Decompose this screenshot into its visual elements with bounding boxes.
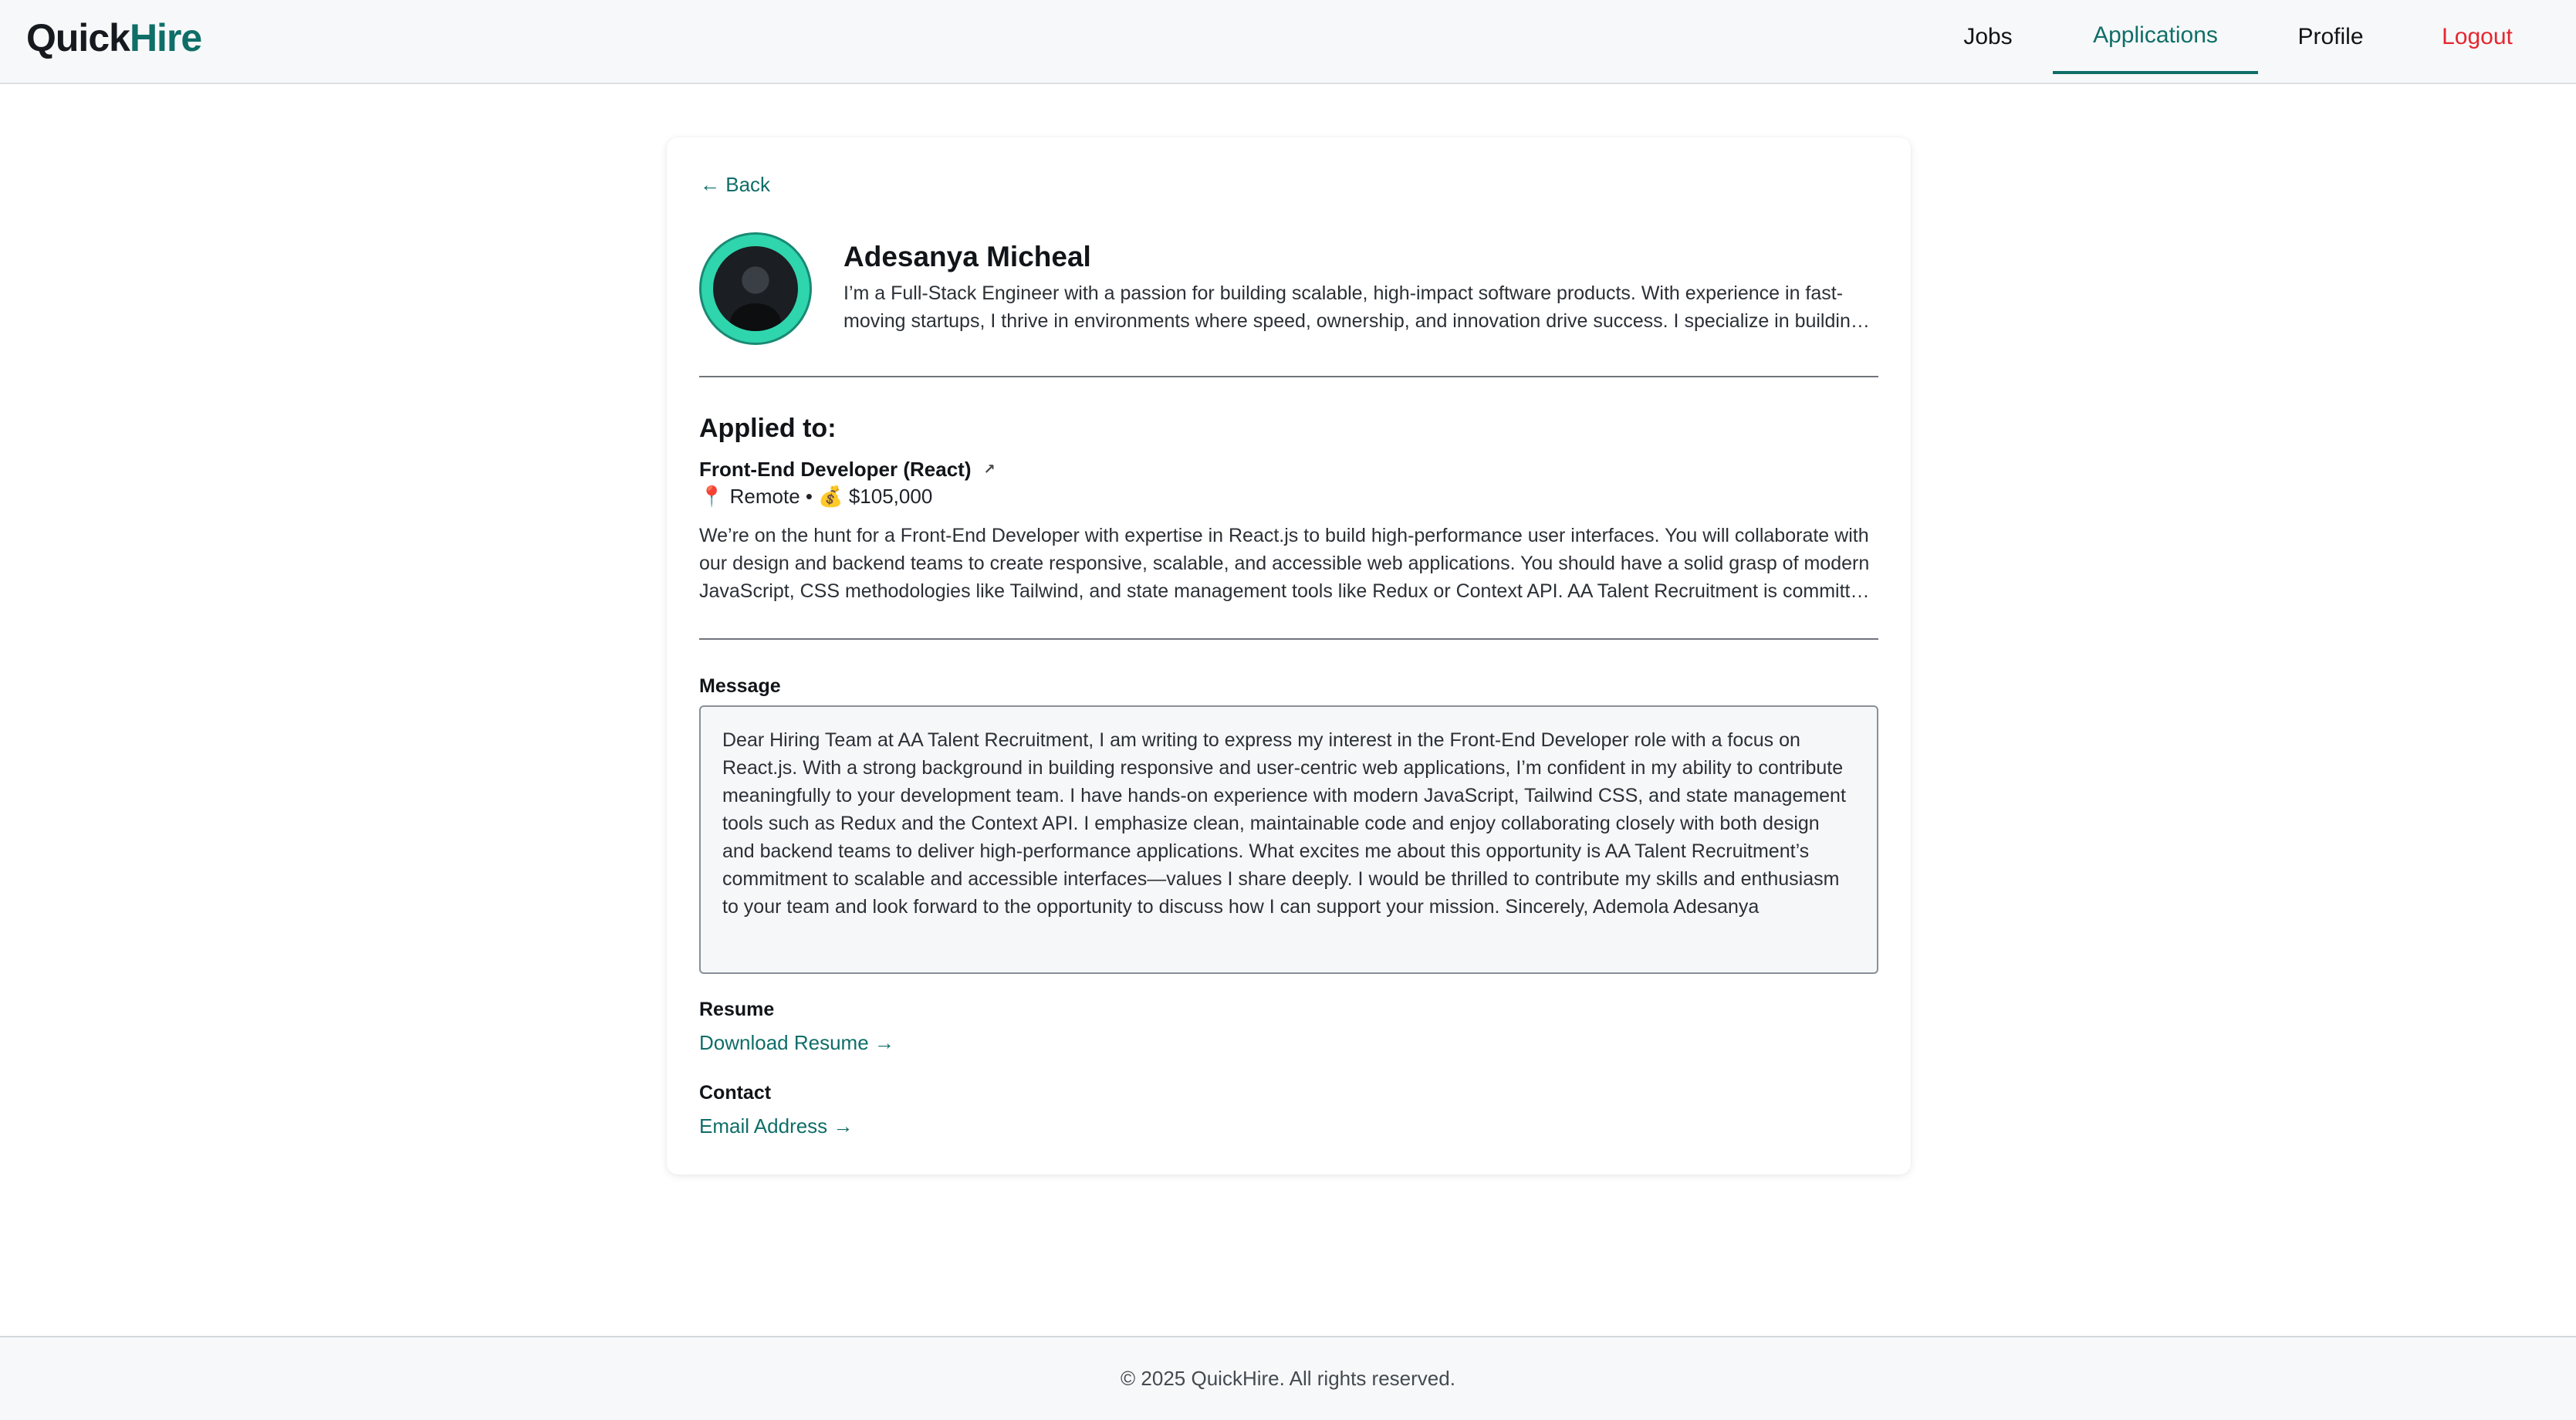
nav-jobs[interactable]: Jobs [1945, 0, 2031, 74]
meta-separator: • [805, 485, 813, 508]
divider [699, 638, 1878, 640]
job-salary: $105,000 [848, 485, 933, 508]
applicant-avatar [699, 232, 812, 345]
job-description: We’re on the hunt for a Front-End Develo… [699, 525, 1872, 602]
applicant-bio: I’m a Full-Stack Engineer with a passion… [843, 282, 1861, 332]
email-address-link[interactable]: Email Address → [699, 1114, 853, 1138]
job-title[interactable]: Front-End Developer (React) ↗ [699, 458, 996, 482]
job-location: Remote [729, 485, 800, 508]
footer-copyright: © 2025 QuickHire. All rights reserved. [1121, 1367, 1455, 1390]
nav-applications[interactable]: Applications [2053, 0, 2258, 74]
applied-to-heading: Applied to: [699, 414, 837, 443]
message-box[interactable]: Dear Hiring Team at AA Talent Recruitmen… [699, 705, 1878, 974]
job-meta: 📍 Remote • 💰 $105,000 [699, 485, 932, 509]
back-link[interactable]: ← Back [700, 173, 770, 197]
message-label: Message [699, 675, 781, 697]
nav-profile[interactable]: Profile [2277, 0, 2385, 74]
applicant-name: Adesanya Micheal [843, 241, 1091, 272]
logo-text-hire: Hire [129, 16, 202, 59]
page-footer: © 2025 QuickHire. All rights reserved. [0, 1336, 2576, 1420]
money-bag-icon: 💰 [818, 485, 843, 508]
divider [699, 376, 1878, 377]
resume-label: Resume [699, 999, 775, 1020]
contact-label: Contact [699, 1082, 772, 1104]
logo-text-quick: Quick [26, 16, 130, 59]
avatar-photo [713, 246, 798, 331]
download-resume-link[interactable]: Download Resume → [699, 1031, 894, 1055]
job-title-text: Front-End Developer (React) [699, 458, 972, 481]
location-pin-icon: 📍 [699, 485, 725, 508]
top-navbar: QuickHire Jobs Applications Profile Logo… [0, 0, 2576, 84]
application-card: ← Back Adesanya Micheal I’m a Full-Stack… [667, 137, 1911, 1175]
nav-logout[interactable]: Logout [2423, 0, 2531, 74]
quickhire-logo[interactable]: QuickHire [26, 14, 202, 62]
external-link-icon[interactable]: ↗ [984, 462, 996, 477]
